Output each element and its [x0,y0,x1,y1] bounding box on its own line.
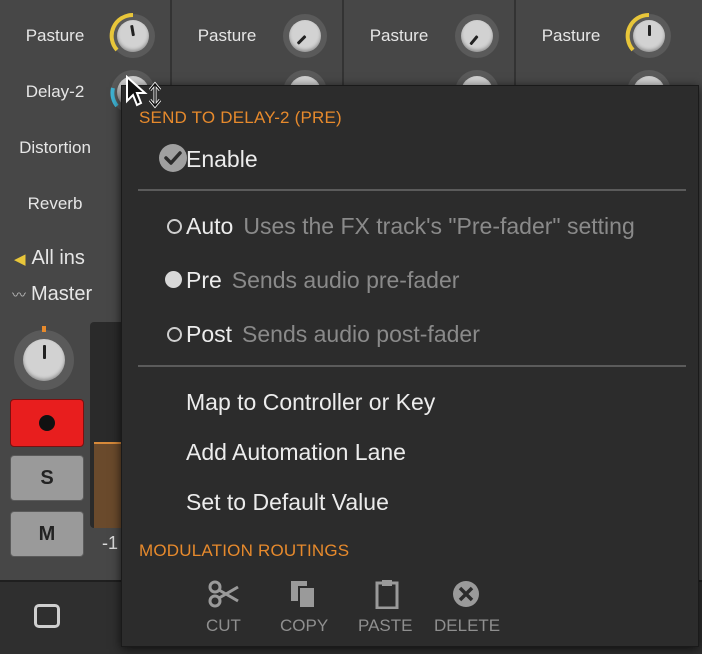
send-label-pasture: Pasture [25,26,85,45]
stop-square-icon[interactable] [34,604,60,628]
record-icon [39,415,55,431]
cut-label: CUT [206,616,241,635]
speaker-icon: ◀ [14,251,26,268]
knob-face [461,20,493,52]
send-context-menu: SEND TO DELAY-2 (PRE) Enable Auto Uses th… [121,85,699,647]
output-routing-label: Master [31,283,93,305]
knob-face [289,20,321,52]
send-label-pasture: Pasture [541,26,601,45]
menu-item-auto-text: Auto Uses the FX track's "Pre-fader" sett… [186,213,635,240]
menu-item-auto[interactable]: Auto Uses the FX track's "Pre-fader" sett… [137,206,692,246]
menu-title: SEND TO DELAY-2 (PRE) [139,108,342,127]
pan-center-marker [42,326,46,332]
pan-knob[interactable] [14,326,74,390]
menu-item-pre[interactable]: Pre Sends audio pre-fader [137,260,692,300]
menu-item-enable[interactable]: Enable [137,139,692,179]
send-knob-pasture[interactable] [625,12,671,58]
menu-item-post-label: Post [186,321,233,347]
radio-unselected-icon [167,219,182,234]
menu-item-default-value[interactable]: Set to Default Value [137,482,692,522]
copy-label: COPY [280,616,329,635]
menu-separator [138,189,686,191]
menu-item-map-label: Map to Controller or Key [186,389,436,415]
send-knob-pasture[interactable] [455,14,499,58]
send-label-reverb: Reverb [27,194,83,213]
menu-item-auto-label: Auto [186,213,234,239]
mute-button[interactable]: M [10,511,84,557]
menu-item-map-controller[interactable]: Map to Controller or Key [137,382,692,422]
send-row-pasture: Pasture [0,8,170,64]
solo-button[interactable]: S [10,455,84,501]
menu-item-enable-label: Enable [186,146,258,172]
scissors-icon [208,580,239,608]
menu-item-post-description: Sends audio post-fader [242,321,480,347]
input-routing[interactable]: ◀ All ins [14,247,85,273]
delete-button[interactable]: DELETE [432,576,502,638]
send-knob-pasture[interactable] [283,14,327,58]
checkmark-icon [159,144,187,172]
knob-face [23,339,65,381]
knob-face [633,20,665,52]
send-label-delay-2: Delay-2 [25,82,85,101]
output-routing[interactable]: 〰 Master [12,283,92,309]
send-label-distortion: Distortion [19,138,91,157]
knob-face [117,20,149,52]
menu-item-add-automation[interactable]: Add Automation Lane [137,432,692,472]
menu-item-pre-description: Sends audio pre-fader [231,267,460,293]
delete-icon [453,581,479,607]
radio-unselected-icon [167,327,182,342]
clipboard-icon [375,580,399,609]
input-routing-label: All ins [31,247,85,269]
menu-item-post-text: Post Sends audio post-fader [186,321,480,348]
menu-item-automation-label: Add Automation Lane [186,439,406,465]
mouse-cursor-icon [126,75,162,109]
menu-item-post[interactable]: Post Sends audio post-fader [137,314,692,354]
paste-button[interactable]: PASTE [354,576,420,638]
send-knob-pasture[interactable] [109,12,155,58]
delete-label: DELETE [434,616,501,635]
copy-icon [291,581,316,609]
paste-label: PASTE [358,616,413,635]
menu-item-auto-description: Uses the FX track's "Pre-fader" setting [243,213,635,239]
waveform-icon: 〰 [12,287,26,303]
send-label-pasture: Pasture [197,26,257,45]
menu-item-pre-text: Pre Sends audio pre-fader [186,267,459,294]
menu-separator [138,365,686,367]
record-arm-button[interactable] [10,399,84,447]
menu-item-pre-label: Pre [186,267,222,293]
meter-value: -1 [102,533,119,553]
cut-button[interactable]: CUT [194,576,254,638]
send-label-pasture: Pasture [369,26,429,45]
radio-selected-icon [165,271,182,288]
copy-button[interactable]: COPY [272,576,338,638]
modulation-header: MODULATION ROUTINGS [139,541,350,560]
menu-item-default-label: Set to Default Value [186,489,389,515]
